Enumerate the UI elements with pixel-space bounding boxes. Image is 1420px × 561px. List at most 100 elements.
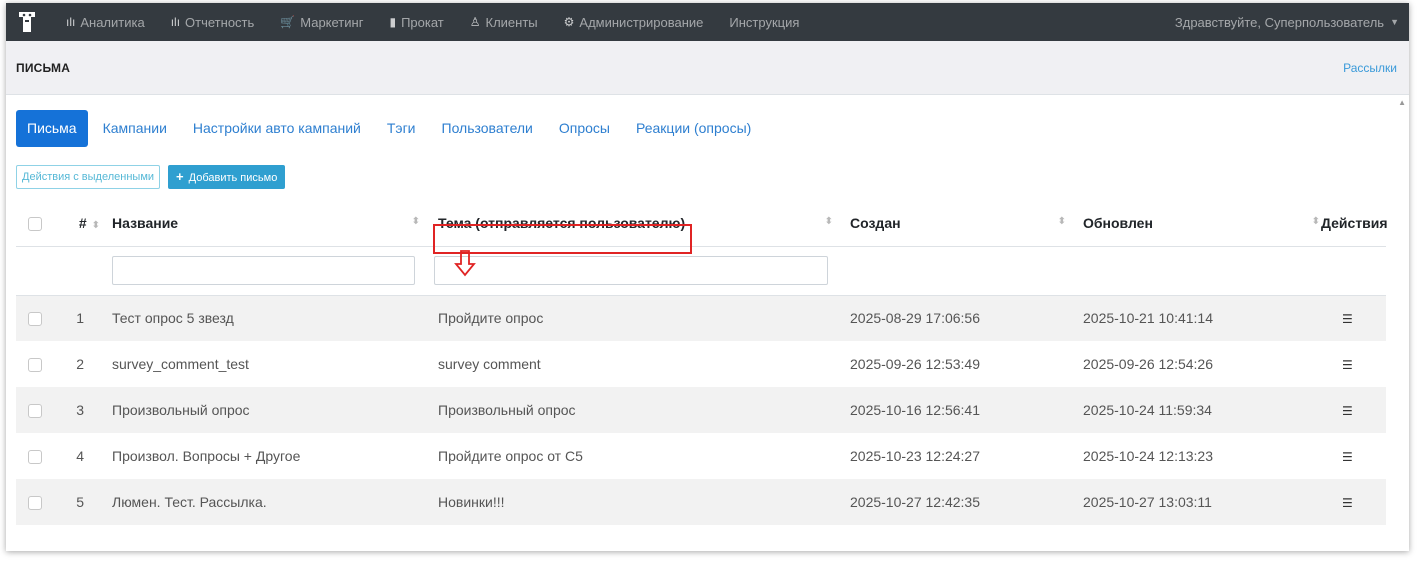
nav-item-4[interactable]: ♙ Клиенты bbox=[470, 15, 538, 30]
row-checkbox[interactable] bbox=[28, 496, 42, 511]
row-num: 1 bbox=[60, 295, 106, 341]
row-num: 4 bbox=[76, 448, 84, 464]
col-name-label: Название bbox=[112, 214, 179, 231]
top-navbar: ılı Аналитика ılı Отчетность 🛒 Маркетинг ▮ Прок… bbox=[6, 3, 1409, 41]
letters-table: # ⬍ Название ⬍ Тема (отправляется пользова… bbox=[16, 200, 1388, 525]
nav-item-1[interactable]: ılı Отчетность bbox=[171, 15, 255, 30]
col-name-header[interactable]: Название ⬍ bbox=[106, 200, 428, 247]
logo-icon[interactable] bbox=[18, 11, 38, 33]
row-num: 5 bbox=[60, 479, 106, 525]
col-num-header[interactable]: # ⬍ bbox=[60, 200, 106, 247]
row-updated: 2025-10-24 11:59:34 bbox=[1074, 387, 1308, 433]
row-cell: ☰ bbox=[1308, 479, 1386, 525]
film-icon: ▮ bbox=[389, 15, 397, 29]
col-subject-header[interactable]: Тема (отправляется пользователю) ⬍ bbox=[428, 200, 841, 254]
nav-item-label: Прокат bbox=[401, 14, 444, 30]
add-letter-button[interactable]: + Добавить письмо bbox=[168, 165, 286, 189]
list-menu-icon[interactable]: ☰ bbox=[1342, 496, 1353, 510]
table-row[interactable]: 5 Люмен. Тест. Рассылка. Новинки!!! 2025-10… bbox=[16, 479, 1386, 525]
name-filter-input[interactable] bbox=[112, 256, 415, 285]
row-checkbox[interactable] bbox=[28, 312, 42, 327]
list-menu-icon[interactable]: ☰ bbox=[1342, 404, 1353, 418]
row-subject: survey comment bbox=[438, 356, 541, 372]
nav-item-0[interactable]: ılı Аналитика bbox=[66, 15, 145, 30]
row-cell: ☰ bbox=[1308, 387, 1386, 433]
tab-3[interactable]: Тэги bbox=[376, 110, 427, 147]
row-checkbox[interactable] bbox=[28, 450, 42, 465]
tab-4[interactable]: Пользователи bbox=[431, 110, 544, 147]
row-cell bbox=[16, 295, 60, 341]
row-created: 2025-10-23 12:24:27 bbox=[850, 448, 980, 464]
col-created-header[interactable]: Создан ⬍ bbox=[841, 200, 1074, 247]
row-cell bbox=[16, 433, 60, 479]
tab-1[interactable]: Кампании bbox=[92, 110, 178, 147]
col-created-label: Создан bbox=[850, 214, 901, 231]
list-menu-icon[interactable]: ☰ bbox=[1342, 312, 1353, 326]
cart-icon: 🛒 bbox=[280, 15, 296, 29]
row-cell: ☰ bbox=[1308, 433, 1386, 479]
row-num: 2 bbox=[76, 356, 84, 372]
nav-item-label: Инструкция bbox=[729, 14, 800, 30]
row-cell bbox=[16, 341, 60, 387]
row-cell: ☰ bbox=[1308, 295, 1386, 341]
nav-item-label: Клиенты bbox=[485, 14, 538, 30]
table-row[interactable]: 3 Произвольный опрос Произвольный опрос 202… bbox=[16, 387, 1386, 433]
sort-icon[interactable]: ⬍ bbox=[825, 216, 833, 227]
tab-5[interactable]: Опросы bbox=[548, 110, 621, 147]
row-updated: 2025-10-24 12:13:23 bbox=[1083, 448, 1213, 464]
nav-item-3[interactable]: ▮ Прокат bbox=[389, 15, 443, 30]
filter-row bbox=[16, 246, 1386, 296]
toolbar: Действия с выделенными + Добавить письмо bbox=[16, 165, 1385, 189]
user-menu[interactable]: Здравствуйте, Суперпользователь ▼ bbox=[1175, 15, 1399, 30]
row-checkbox[interactable] bbox=[28, 404, 42, 419]
sort-icon[interactable]: ⬍ bbox=[412, 216, 420, 227]
scroll-up-icon[interactable]: ▲ bbox=[1398, 98, 1406, 107]
sort-icon[interactable]: ⬍ bbox=[1058, 216, 1066, 227]
table-row[interactable]: 4 Произвол. Вопросы + Другое Пройдите опро… bbox=[16, 433, 1386, 479]
list-menu-icon[interactable]: ☰ bbox=[1342, 450, 1353, 464]
gears-icon: ⚙ bbox=[563, 15, 575, 29]
list-menu-icon[interactable]: ☰ bbox=[1342, 358, 1353, 372]
user-icon: ♙ bbox=[469, 15, 481, 29]
table-row[interactable]: 2 survey_comment_test survey comment 2025-0… bbox=[16, 341, 1386, 387]
row-name: Тест опрос 5 звезд bbox=[106, 295, 428, 341]
add-letter-label: Добавить письмо bbox=[188, 172, 278, 184]
nav-item-label: Аналитика bbox=[80, 14, 145, 30]
main-content: ▲ Письма Кампании Настройки авто кампаний Т… bbox=[6, 95, 1409, 525]
row-cell bbox=[16, 387, 60, 433]
row-name: survey_comment_test bbox=[112, 356, 249, 372]
mailings-link[interactable]: Рассылки bbox=[1343, 61, 1397, 75]
nav-item-2[interactable]: 🛒 Маркетинг bbox=[280, 15, 363, 30]
app-window: ılı Аналитика ılı Отчетность 🛒 Маркетинг ▮ Прок… bbox=[6, 3, 1409, 551]
row-created: 2025-09-26 12:53:49 bbox=[850, 356, 980, 372]
row-num: 3 bbox=[60, 387, 106, 433]
row-subject: Пройдите опрос bbox=[428, 295, 841, 341]
nav-item-6[interactable]: Инструкция bbox=[729, 15, 799, 30]
tab-2[interactable]: Настройки авто кампаний bbox=[182, 110, 372, 147]
row-cell bbox=[16, 479, 60, 525]
page-title: ПИСЬМА bbox=[16, 60, 71, 75]
nav-item-label: Администрирование bbox=[579, 14, 704, 30]
row-name: Произвольный опрос bbox=[106, 387, 428, 433]
sort-icon[interactable]: ⬍ bbox=[92, 220, 100, 231]
col-actions-label: Действия bbox=[1321, 214, 1388, 231]
row-checkbox[interactable] bbox=[28, 358, 42, 373]
row-created: 2025-10-16 12:56:41 bbox=[841, 387, 1074, 433]
nav-item-5[interactable]: ⚙ Администрирование bbox=[564, 15, 704, 30]
row-updated: 2025-09-26 12:54:26 bbox=[1083, 356, 1213, 372]
annotation-arrow-icon bbox=[454, 249, 476, 276]
tab-bar: Письма Кампании Настройки авто кампаний Тэг… bbox=[16, 110, 1385, 147]
tab-6[interactable]: Реакции (опросы) bbox=[625, 110, 762, 147]
col-updated-header[interactable]: Обновлен ⬍ bbox=[1074, 200, 1320, 247]
select-all-checkbox[interactable] bbox=[28, 216, 42, 231]
table-row[interactable]: 1 Тест опрос 5 звезд Пройдите опрос 2025-08… bbox=[16, 295, 1386, 341]
row-name: Произвол. Вопросы + Другое bbox=[112, 448, 301, 464]
user-greeting: Здравствуйте, Суперпользователь bbox=[1174, 14, 1385, 30]
subject-filter-input[interactable] bbox=[434, 256, 828, 285]
row-created: 2025-08-29 17:06:56 bbox=[841, 295, 1074, 341]
bulk-actions-button[interactable]: Действия с выделенными bbox=[16, 165, 161, 189]
bar-chart-icon: ılı bbox=[66, 15, 76, 29]
bar-chart-icon: ılı bbox=[170, 15, 181, 29]
tab-0[interactable]: Письма bbox=[16, 110, 88, 147]
caret-down-icon: ▼ bbox=[1390, 17, 1399, 27]
